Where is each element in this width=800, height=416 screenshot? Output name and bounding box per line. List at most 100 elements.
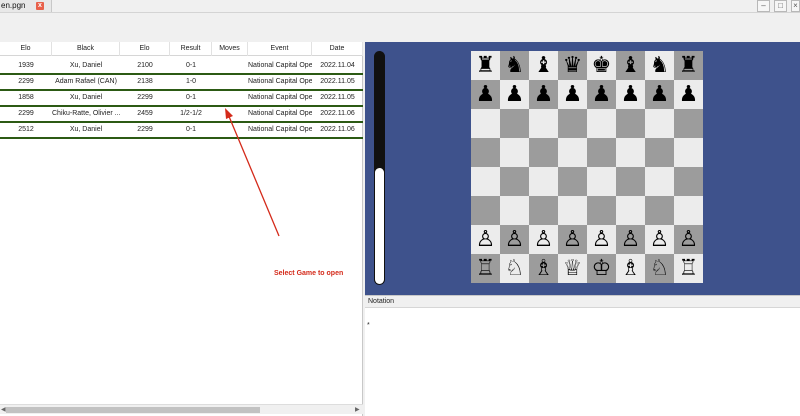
tab-close-icon[interactable]: x	[36, 2, 44, 10]
square-g5[interactable]	[645, 138, 674, 167]
square-f6[interactable]	[616, 109, 645, 138]
square-g7[interactable]: ♟	[645, 80, 674, 109]
square-c3[interactable]	[529, 196, 558, 225]
square-b7[interactable]: ♟	[500, 80, 529, 109]
square-f1[interactable]: ♗	[616, 254, 645, 283]
table-cell-black: Xu, Daniel	[69, 126, 103, 133]
tab-strip: en.pgn x – □ ×	[0, 0, 800, 12]
close-window-icon[interactable]: ×	[791, 0, 800, 12]
square-e8[interactable]: ♚	[587, 51, 616, 80]
square-e3[interactable]	[587, 196, 616, 225]
square-e4[interactable]	[587, 167, 616, 196]
table-cell-date: 2022.11.06	[320, 126, 355, 133]
square-c4[interactable]	[529, 167, 558, 196]
square-d1[interactable]: ♕	[558, 254, 587, 283]
square-a4[interactable]	[471, 167, 500, 196]
square-b8[interactable]: ♞	[500, 51, 529, 80]
square-e6[interactable]	[587, 109, 616, 138]
maximize-icon[interactable]: □	[774, 0, 787, 12]
square-b4[interactable]	[500, 167, 529, 196]
table-cell-white-elo: 2512	[18, 126, 34, 133]
column-header[interactable]: Event	[248, 42, 312, 56]
column-header[interactable]: Elo	[0, 42, 52, 56]
notation-text[interactable]: *	[367, 322, 370, 329]
square-g8[interactable]: ♞	[645, 51, 674, 80]
square-a2[interactable]: ♙	[471, 225, 500, 254]
table-cell-result: 0-1	[185, 94, 197, 101]
square-e1[interactable]: ♔	[587, 254, 616, 283]
table-cell-event: National Capital Open	[248, 110, 312, 117]
square-d2[interactable]: ♙	[558, 225, 587, 254]
scroll-right-icon[interactable]: ▶	[355, 405, 360, 415]
games-table-panel: Elo Black Elo Result Moves Event Date 1939 Xu, …	[0, 42, 363, 416]
square-e2[interactable]: ♙	[587, 225, 616, 254]
square-a1[interactable]: ♖	[471, 254, 500, 283]
square-b5[interactable]	[500, 138, 529, 167]
column-header[interactable]: Elo	[120, 42, 170, 56]
table-cell-black: Adam Rafael (CAN)	[55, 78, 117, 85]
square-g1[interactable]: ♘	[645, 254, 674, 283]
square-a8[interactable]: ♜	[471, 51, 500, 80]
square-d4[interactable]	[558, 167, 587, 196]
square-f5[interactable]	[616, 138, 645, 167]
square-f7[interactable]: ♟	[616, 80, 645, 109]
square-h1[interactable]: ♖	[674, 254, 703, 283]
tab-pgn-file[interactable]: en.pgn x	[0, 0, 52, 12]
square-h7[interactable]: ♟	[674, 80, 703, 109]
square-f3[interactable]	[616, 196, 645, 225]
column-header[interactable]: Result	[170, 42, 212, 56]
table-cell-black-elo: 2299	[137, 94, 153, 101]
table-cell-result: 0-1	[185, 62, 197, 69]
horizontal-scrollbar[interactable]: ◀ ▶	[0, 404, 363, 414]
square-c7[interactable]: ♟	[529, 80, 558, 109]
square-a6[interactable]	[471, 109, 500, 138]
square-b1[interactable]: ♘	[500, 254, 529, 283]
square-c5[interactable]	[529, 138, 558, 167]
square-d5[interactable]	[558, 138, 587, 167]
scrollbar-thumb[interactable]	[6, 407, 260, 413]
square-h6[interactable]	[674, 109, 703, 138]
square-g2[interactable]: ♙	[645, 225, 674, 254]
table-row[interactable]: 2299 Adam Rafael (CAN) 2138 1-0 National Cap…	[0, 75, 363, 91]
column-header[interactable]: Moves	[212, 42, 248, 56]
square-g4[interactable]	[645, 167, 674, 196]
scroll-left-icon[interactable]: ◀	[1, 405, 6, 415]
table-row[interactable]: 2299 Chiku-Ratte, Olivier ... 2459 1/2-1/2 N…	[0, 107, 363, 123]
square-b3[interactable]	[500, 196, 529, 225]
square-f2[interactable]: ♙	[616, 225, 645, 254]
square-g6[interactable]	[645, 109, 674, 138]
square-d3[interactable]	[558, 196, 587, 225]
table-row[interactable]: 2512 Xu, Daniel 2299 0-1 National Capital Op…	[0, 123, 363, 139]
square-f4[interactable]	[616, 167, 645, 196]
square-a7[interactable]: ♟	[471, 80, 500, 109]
square-h3[interactable]	[674, 196, 703, 225]
square-b6[interactable]	[500, 109, 529, 138]
square-e7[interactable]: ♟	[587, 80, 616, 109]
square-d8[interactable]: ♛	[558, 51, 587, 80]
column-header[interactable]: Date	[312, 42, 363, 56]
square-h2[interactable]: ♙	[674, 225, 703, 254]
square-c8[interactable]: ♝	[529, 51, 558, 80]
table-cell-date: 2022.11.05	[320, 94, 355, 101]
square-e5[interactable]	[587, 138, 616, 167]
square-d7[interactable]: ♟	[558, 80, 587, 109]
table-row[interactable]: 1939 Xu, Daniel 2100 0-1 National Capital Op…	[0, 59, 363, 75]
square-a5[interactable]	[471, 138, 500, 167]
column-header[interactable]: Black	[52, 42, 120, 56]
square-a3[interactable]	[471, 196, 500, 225]
square-h5[interactable]	[674, 138, 703, 167]
square-d6[interactable]	[558, 109, 587, 138]
square-b2[interactable]: ♙	[500, 225, 529, 254]
table-row[interactable]: 1858 Xu, Daniel 2299 0-1 National Capital Op…	[0, 91, 363, 107]
square-c2[interactable]: ♙	[529, 225, 558, 254]
square-c1[interactable]: ♗	[529, 254, 558, 283]
minimize-icon[interactable]: –	[757, 0, 770, 12]
square-f8[interactable]: ♝	[616, 51, 645, 80]
square-c6[interactable]	[529, 109, 558, 138]
square-h4[interactable]	[674, 167, 703, 196]
chess-board[interactable]: ♜ ♞ ♝ ♛ ♚ ♝ ♞ ♜ ♟ ♟ ♟ ♟ ♟ ♟ ♟ ♟ ♙ ♙ ♙ ♙ ♙ ♙ ♙ ♙ ♖ ♘ ♗ ♕ ♔ ♗ ♘ ♖	[471, 51, 703, 283]
table-cell-white-elo: 2299	[18, 110, 34, 117]
square-h8[interactable]: ♜	[674, 51, 703, 80]
table-cell-moves	[212, 59, 248, 73]
square-g3[interactable]	[645, 196, 674, 225]
